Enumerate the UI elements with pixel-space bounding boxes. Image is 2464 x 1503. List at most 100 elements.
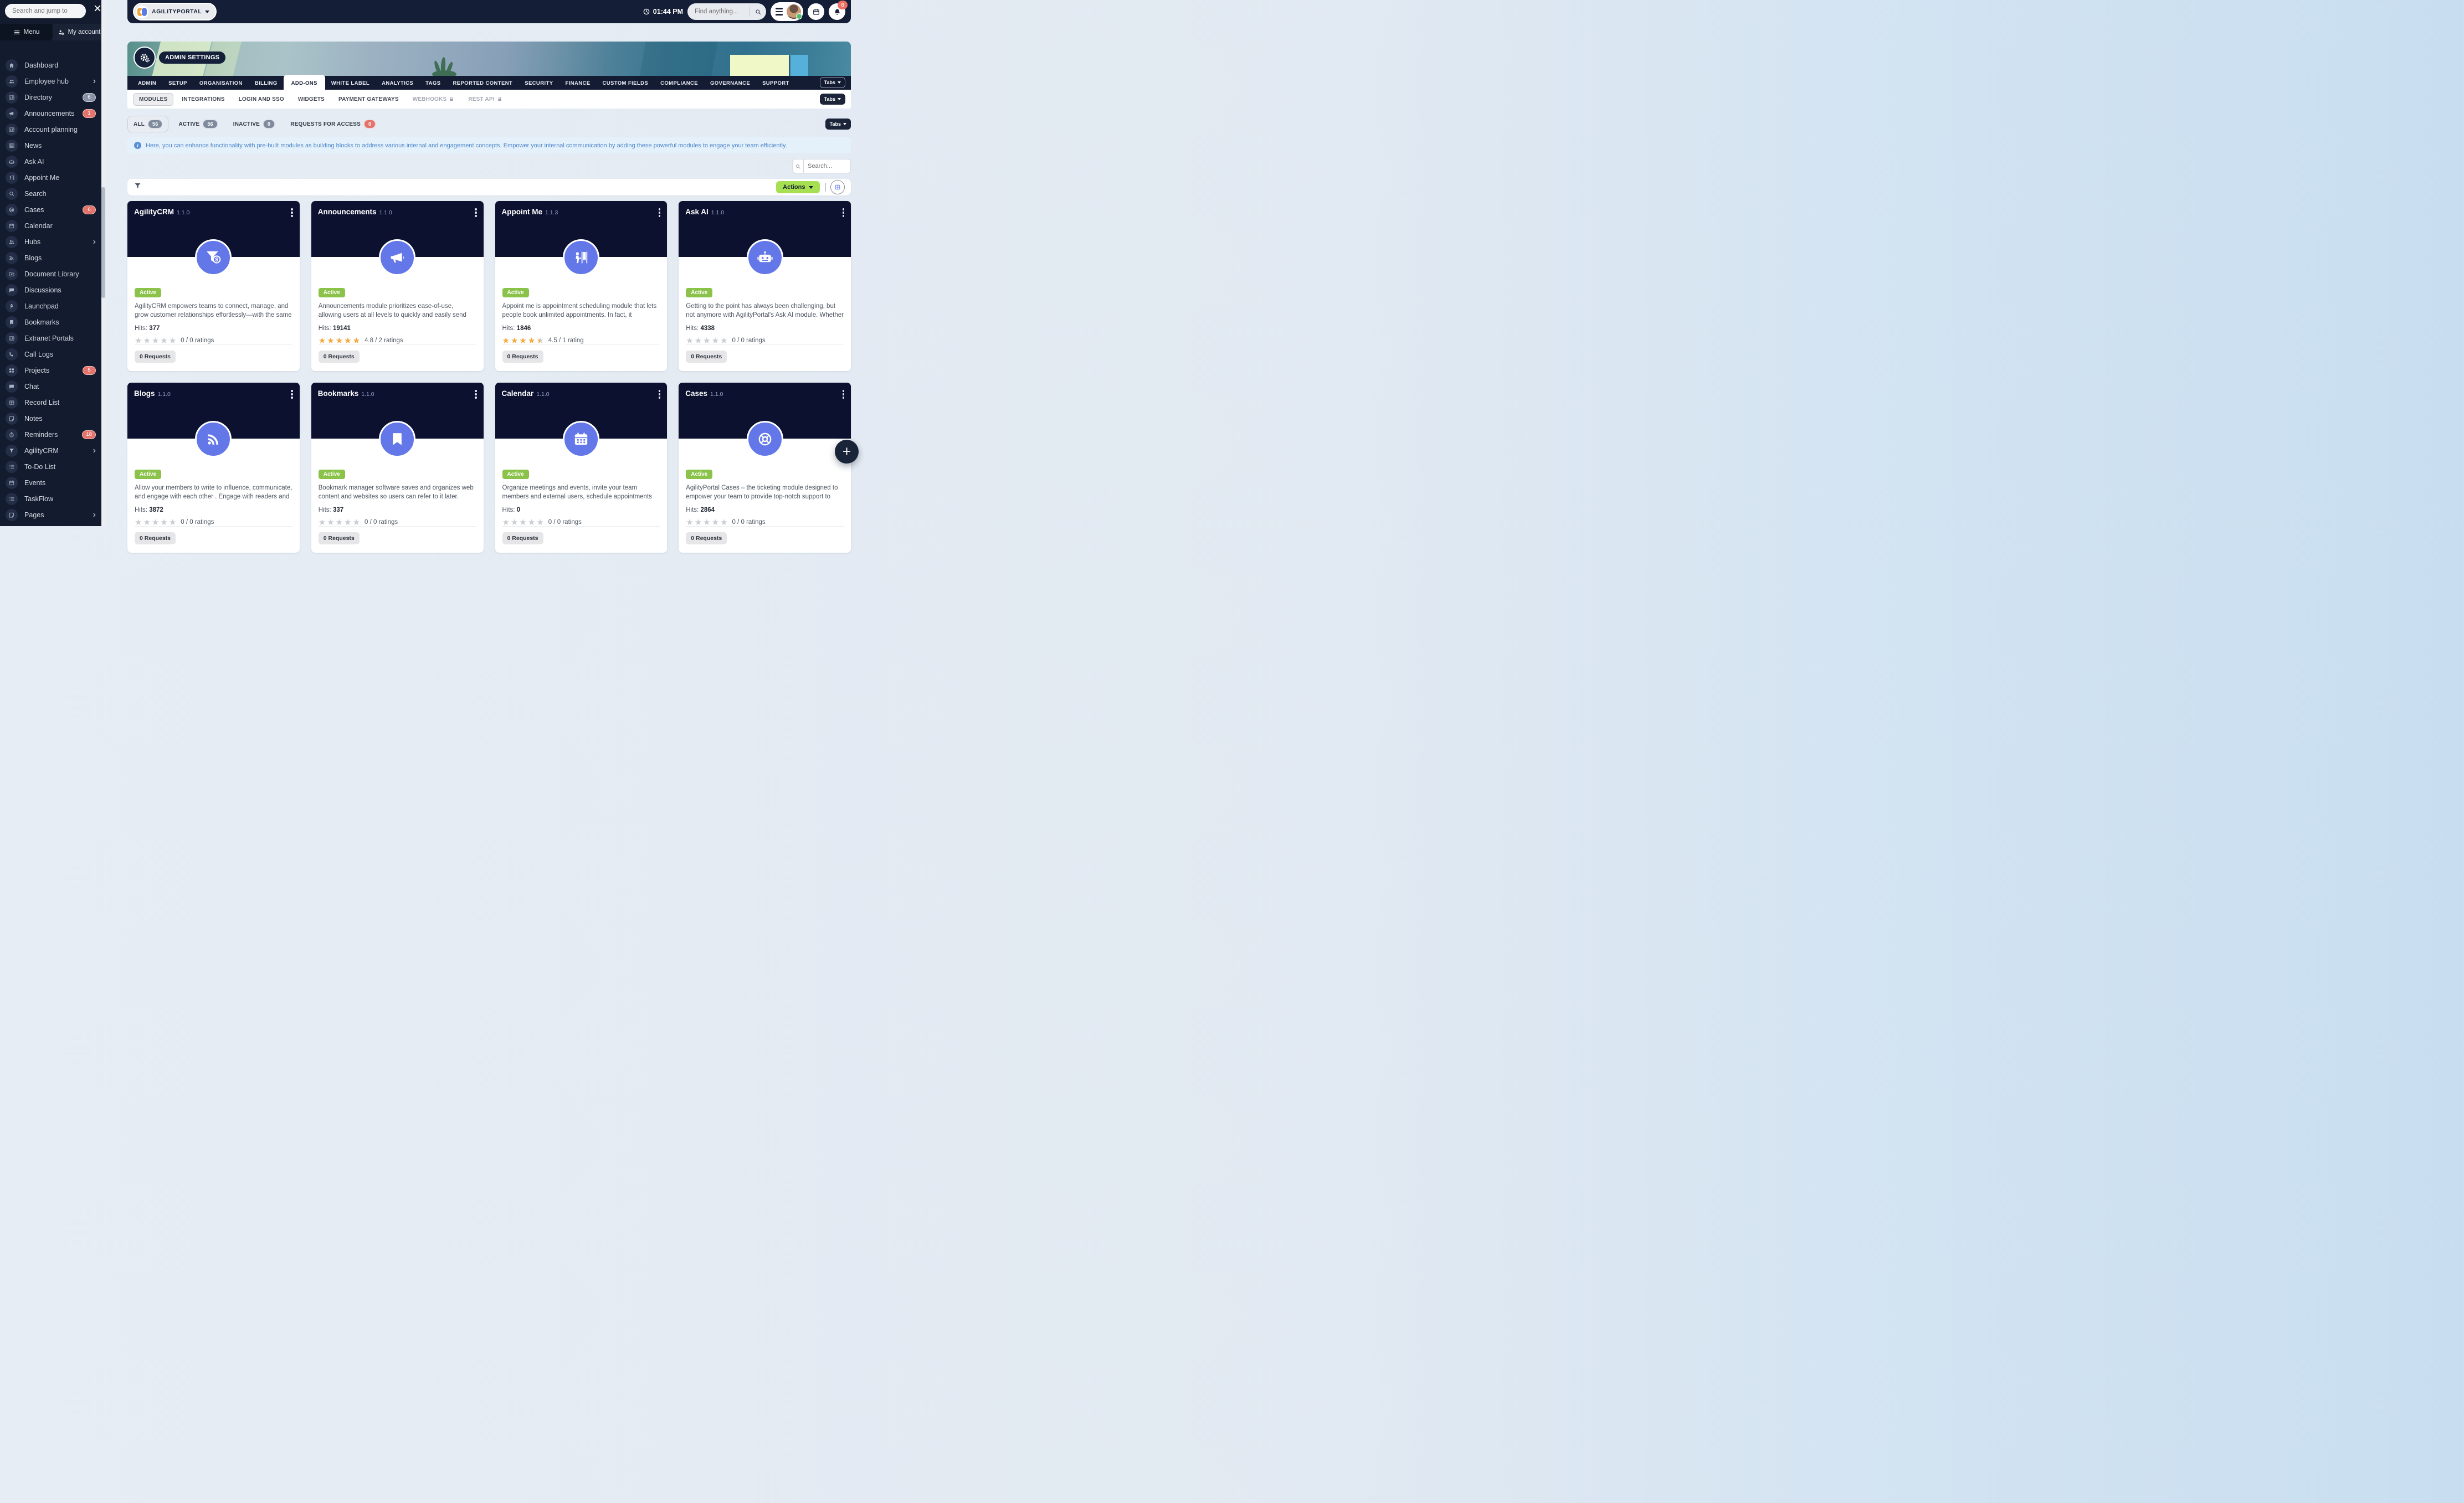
sidebar-item-bookmarks[interactable]: Bookmarks [0,314,101,330]
sidebar-item-ask-ai[interactable]: Ask AI [0,153,101,169]
kebab-menu-icon[interactable] [473,207,479,219]
tab-tags[interactable]: TAGS [419,77,446,90]
module-search-input[interactable] [804,159,850,173]
sidebar-item-search[interactable]: Search [0,186,101,202]
tab-analytics[interactable]: ANALYTICS [376,77,419,90]
sidebar-item-reminders[interactable]: Reminders 18 [0,426,101,442]
kebab-menu-icon[interactable] [841,388,846,400]
menu-icon [776,8,783,16]
sidebar-item-news[interactable]: News [0,137,101,153]
sidebar-item-hubs[interactable]: Hubs › [0,234,101,250]
brand-switcher[interactable]: AGILITYPORTAL [133,3,217,20]
grid-view-button[interactable] [830,180,845,194]
sidebar-item-projects[interactable]: Projects 5 [0,362,101,378]
subtab-login-and-sso[interactable]: LOGIN AND SSO [233,94,290,105]
module-search[interactable] [792,159,851,173]
tabs-dropdown-button[interactable]: Tabs [820,94,845,105]
sidebar-item-pages[interactable]: Pages › [0,507,101,523]
tab-support[interactable]: SUPPORT [756,77,795,90]
filter-all[interactable]: ALL 56 [127,116,168,132]
sidebar-item-call-logs[interactable]: Call Logs [0,346,101,362]
subtab-rest-api[interactable]: REST API [463,94,507,105]
sidebar-item-employee-hub[interactable]: Employee hub › [0,73,101,89]
menu-icon [13,29,20,36]
search-icon[interactable] [750,8,766,16]
tabs-dropdown-button[interactable]: Tabs [820,77,845,88]
sidebar-item-taskflow[interactable]: TaskFlow [0,491,101,507]
chevron-down-icon [205,11,209,13]
requests-badge: 0 Requests [686,351,727,363]
sidebar-item-extranet-portals[interactable]: Extranet Portals [0,330,101,346]
kebab-menu-icon[interactable] [657,388,663,400]
sidebar-item-dashboard[interactable]: Dashboard [0,57,101,73]
sidebar-item-agilitycrm[interactable]: AgilityCRM › [0,442,101,459]
filter-inactive[interactable]: INACTIVE 0 [228,116,281,132]
sidebar-item-discussions[interactable]: Discussions [0,282,101,298]
sidebar-item-notes[interactable]: Notes [0,410,101,426]
notification-badge: 8 [838,1,848,9]
sidebar-scrollbar[interactable] [101,0,105,526]
sidebar-item-events[interactable]: Events [0,475,101,491]
sidebar-item-calendar[interactable]: Calendar [0,218,101,234]
subtab-modules[interactable]: MODULES [133,93,173,106]
sidebar-scrollbar-thumb[interactable] [101,187,105,298]
kebab-menu-icon[interactable] [841,207,846,219]
global-search-input[interactable] [687,8,749,15]
requests-badge: 0 Requests [502,532,543,544]
add-module-fab[interactable]: + [835,440,859,464]
sidebar-tab-menu[interactable]: Menu [0,24,53,40]
tab-billing[interactable]: BILLING [249,77,284,90]
sidebar-item-directory[interactable]: Directory 6 [0,89,101,105]
user-menu[interactable] [771,2,803,21]
sidebar-search-input[interactable] [11,7,80,15]
tab-organisation[interactable]: ORGANISATION [193,77,249,90]
tab-custom-fields[interactable]: CUSTOM FIELDS [596,77,654,90]
kebab-menu-icon[interactable] [657,207,663,219]
tab-compliance[interactable]: COMPLIANCE [654,77,704,90]
subtab-webhooks[interactable]: WEBHOOKS [407,94,460,105]
info-banner-text: Here, you can enhance functionality with… [146,142,787,149]
kebab-menu-icon[interactable] [289,388,295,400]
sidebar-item-cases[interactable]: Cases 6 [0,202,101,218]
module-version: 1.1.0 [536,391,549,398]
kebab-menu-icon[interactable] [473,388,479,400]
tab-setup[interactable]: SETUP [162,77,193,90]
subtab-integrations[interactable]: INTEGRATIONS [176,94,230,105]
sidebar-search[interactable] [5,4,86,18]
tab-reported-content[interactable]: REPORTED CONTENT [446,77,519,90]
sidebar-item-document-library[interactable]: Document Library [0,266,101,282]
global-search[interactable] [687,3,766,20]
filter-active[interactable]: ACTIVE 56 [173,116,223,132]
tab-white-label[interactable]: WHITE LABEL [325,77,376,90]
tabs-dropdown-button[interactable]: Tabs [825,119,851,130]
calendar-button[interactable] [808,3,824,20]
list-icon [6,493,18,505]
sidebar-item-chat[interactable]: Chat [0,378,101,394]
tab-governance[interactable]: GOVERNANCE [704,77,756,90]
sidebar-item-record-list[interactable]: Record List [0,394,101,410]
user-gear-icon [58,29,65,36]
module-description: Allow your members to write to influence… [135,483,292,502]
subtab-payment-gateways[interactable]: PAYMENT GATEWAYS [333,94,404,105]
actions-button[interactable]: Actions [776,181,819,193]
sidebar-item-appoint-me[interactable]: Appoint Me [0,169,101,186]
module-search-row [127,159,851,173]
tab-add-ons[interactable]: ADD-ONS [284,75,325,90]
sidebar-item-blogs[interactable]: Blogs [0,250,101,266]
sidebar-item-announcements[interactable]: Announcements 1 [0,105,101,121]
notifications-button[interactable]: 8 [829,3,845,20]
sidebar-tab-my-account[interactable]: My account [53,24,105,40]
filter-icon[interactable] [134,182,142,193]
tab-security[interactable]: SECURITY [519,77,559,90]
kebab-menu-icon[interactable] [289,207,295,219]
tab-admin[interactable]: ADMIN [132,77,162,90]
status-badge: Active [135,470,161,479]
search-icon[interactable] [793,159,804,173]
sidebar-item-to-do-list[interactable]: To-Do List [0,459,101,475]
sidebar-item-account-planning[interactable]: Account planning [0,121,101,137]
sidebar-item-launchpad[interactable]: Launchpad [0,298,101,314]
tab-finance[interactable]: FINANCE [559,77,596,90]
filter-requests-for-access[interactable]: REQUESTS FOR ACCESS 0 [285,116,381,132]
subtab-widgets[interactable]: WIDGETS [292,94,330,105]
close-icon[interactable]: × [94,2,101,16]
